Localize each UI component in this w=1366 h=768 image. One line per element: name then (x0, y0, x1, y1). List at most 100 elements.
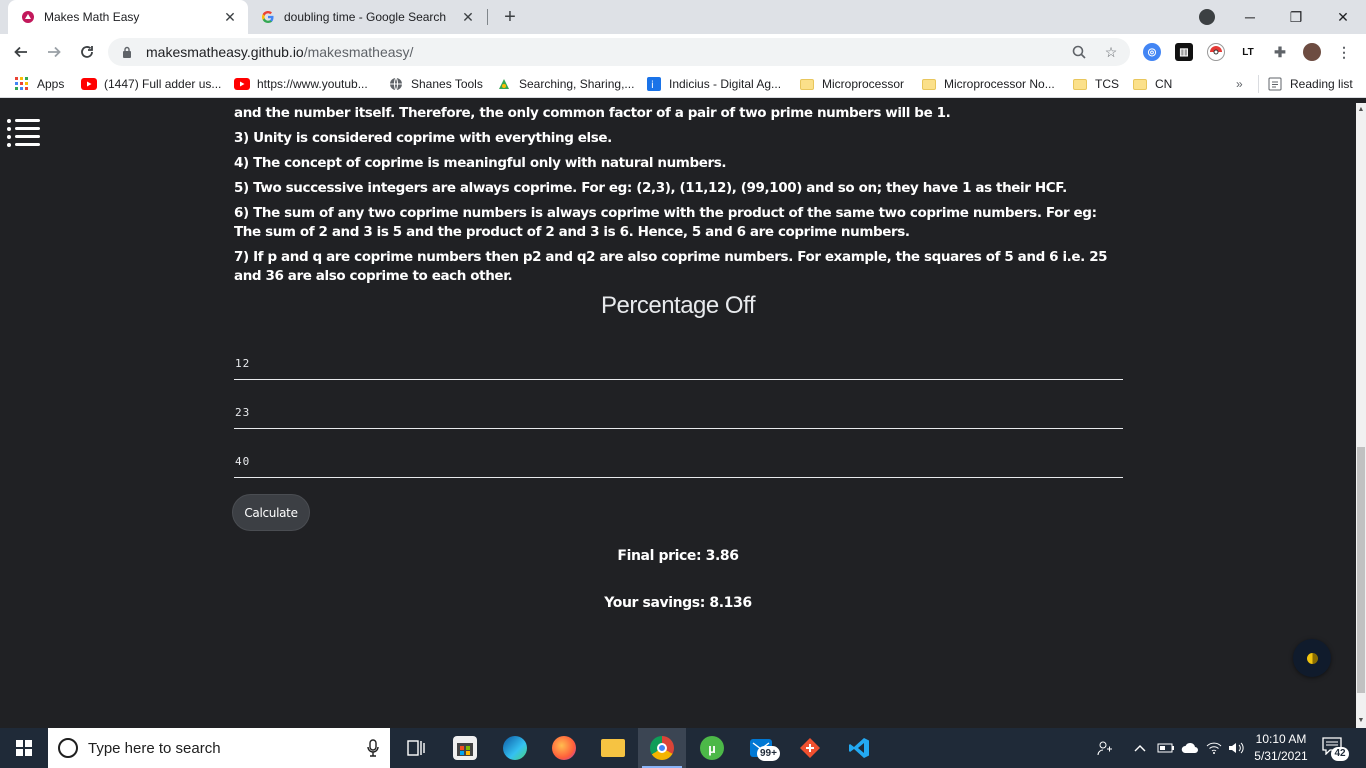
url-path: /makesmatheasy/ (303, 44, 414, 60)
folder-icon (601, 739, 625, 757)
git-button[interactable] (786, 728, 834, 768)
forward-button[interactable] (42, 40, 66, 64)
firefox-button[interactable] (540, 728, 588, 768)
tab-close-icon[interactable]: ✕ (460, 9, 476, 25)
back-arrow-icon (14, 46, 27, 58)
chrome-icon (650, 736, 674, 760)
profile-avatar[interactable] (1303, 43, 1321, 61)
hamburger-menu-icon[interactable] (7, 119, 41, 147)
git-icon (798, 736, 822, 760)
chrome-button[interactable] (638, 728, 686, 768)
price-field[interactable] (234, 346, 1123, 380)
pokeball-extension-icon[interactable] (1207, 43, 1225, 61)
bookmark-youtube[interactable]: https://www.youtub... (234, 75, 368, 93)
restore-button[interactable]: ❐ (1273, 0, 1319, 34)
discount-field[interactable] (234, 395, 1123, 429)
bookmark-folder-microprocessor[interactable]: Microprocessor (799, 75, 904, 93)
windows-taskbar: Type here to search µ 99+ 10:10 AM 5/31/… (0, 728, 1366, 768)
edge-button[interactable] (491, 728, 539, 768)
extension-2-icon[interactable]: ▥ (1175, 43, 1193, 61)
tab-separator (487, 9, 488, 25)
people-icon[interactable] (1097, 728, 1113, 768)
tab-title: doubling time - Google Search (284, 10, 447, 24)
calculate-button[interactable]: Calculate (232, 494, 310, 531)
bookmark-label: Microprocessor (822, 77, 905, 91)
tax-input[interactable] (234, 444, 1123, 477)
url-text: makesmatheasy.github.io/makesmatheasy/ (146, 44, 413, 60)
tax-field[interactable] (234, 444, 1123, 478)
mail-button[interactable]: 99+ (737, 728, 785, 768)
article-line: 5) Two successive integers are always co… (234, 180, 1067, 196)
tab-close-icon[interactable]: ✕ (222, 9, 238, 25)
bookmark-label: TCS (1095, 77, 1119, 91)
back-button[interactable] (9, 40, 33, 64)
tab-makes-math-easy[interactable]: Makes Math Easy ✕ (8, 0, 248, 34)
extension-4-icon[interactable]: LT (1239, 43, 1257, 61)
reload-icon (81, 46, 93, 58)
cortana-icon (58, 738, 78, 758)
chrome-menu-icon[interactable]: ⋮ (1335, 43, 1353, 61)
moon-icon (1306, 652, 1318, 664)
extension-1-icon[interactable]: ◎ (1143, 43, 1161, 61)
utorrent-icon: µ (700, 736, 724, 760)
utorrent-button[interactable]: µ (688, 728, 736, 768)
article-line: 7) If p and q are coprime numbers then p… (234, 249, 1108, 284)
wifi-icon[interactable] (1206, 728, 1222, 768)
price-input[interactable] (234, 346, 1123, 379)
bookmark-folder-microprocessor-notes[interactable]: Microprocessor No... (921, 75, 1055, 93)
reading-list-button[interactable]: Reading list (1258, 75, 1353, 93)
bookmark-star-icon[interactable]: ☆ (1103, 44, 1119, 60)
reading-list-label: Reading list (1290, 77, 1353, 91)
battery-icon[interactable] (1157, 728, 1175, 768)
minimize-button[interactable]: ─ (1227, 0, 1273, 34)
lock-icon (120, 45, 134, 59)
bookmark-label: Apps (37, 77, 65, 91)
new-tab-button[interactable]: + (498, 5, 522, 29)
bookmark-label: Shanes Tools (411, 77, 483, 91)
tab-search-icon[interactable] (1199, 9, 1215, 25)
folder-icon (921, 76, 937, 92)
microphone-icon[interactable] (364, 739, 382, 757)
extensions-puzzle-icon[interactable]: ✚ (1271, 43, 1289, 61)
folder-icon (1132, 76, 1148, 92)
microsoft-store-button[interactable] (441, 728, 489, 768)
show-hidden-icons-icon[interactable] (1134, 728, 1146, 768)
system-clock[interactable]: 10:10 AM 5/31/2021 (1248, 731, 1314, 765)
reload-button[interactable] (75, 40, 99, 64)
bookmark-searching-sharing[interactable]: Searching, Sharing,... (496, 75, 634, 93)
bookmark-folder-cn[interactable]: CN (1132, 75, 1172, 93)
bookmark-full-adder[interactable]: (1447) Full adder us... (81, 75, 221, 93)
taskbar-search-box[interactable]: Type here to search (48, 728, 390, 768)
tab-google-search[interactable]: doubling time - Google Search ✕ (250, 0, 486, 34)
discount-input[interactable] (234, 395, 1123, 428)
folder-icon (799, 76, 815, 92)
bookmark-apps[interactable]: Apps (14, 75, 64, 93)
scroll-down-arrow-icon[interactable]: ▼ (1356, 714, 1366, 728)
bookmark-label: CN (1155, 77, 1173, 91)
final-price-result: Final price: 3.86 (617, 548, 739, 564)
firefox-icon (552, 736, 576, 760)
start-button[interactable] (0, 728, 48, 768)
page-content: and the number itself. Therefore, the on… (0, 103, 1356, 728)
scrollbar-thumb[interactable] (1357, 447, 1365, 693)
dark-mode-toggle[interactable] (1293, 639, 1331, 677)
action-center-button[interactable]: 42 (1322, 737, 1349, 761)
bookmark-folder-tcs[interactable]: TCS (1072, 75, 1119, 93)
scroll-up-arrow-icon[interactable]: ▲ (1356, 103, 1366, 117)
forward-arrow-icon (48, 46, 61, 58)
clock-time: 10:10 AM (1255, 732, 1307, 746)
bookmark-shanes-tools[interactable]: Shanes Tools (388, 75, 483, 93)
zoom-icon[interactable] (1071, 44, 1087, 60)
bookmarks-overflow-button[interactable]: » (1236, 75, 1243, 93)
task-view-button[interactable] (392, 728, 440, 768)
volume-icon[interactable] (1228, 728, 1244, 768)
article-line: 6) The sum of any two coprime numbers is… (234, 205, 1097, 240)
close-window-button[interactable]: ✕ (1320, 0, 1366, 34)
page-scrollbar[interactable]: ▲ ▼ (1356, 103, 1366, 728)
file-explorer-button[interactable] (589, 728, 637, 768)
bookmark-indicius[interactable]: i Indicius - Digital Ag... (646, 75, 781, 93)
vscode-button[interactable] (835, 728, 883, 768)
onedrive-cloud-icon[interactable] (1181, 728, 1199, 768)
bookmarks-bar: Apps (1447) Full adder us... https://www… (0, 70, 1366, 98)
address-bar[interactable]: makesmatheasy.github.io/makesmatheasy/ (108, 38, 1130, 66)
